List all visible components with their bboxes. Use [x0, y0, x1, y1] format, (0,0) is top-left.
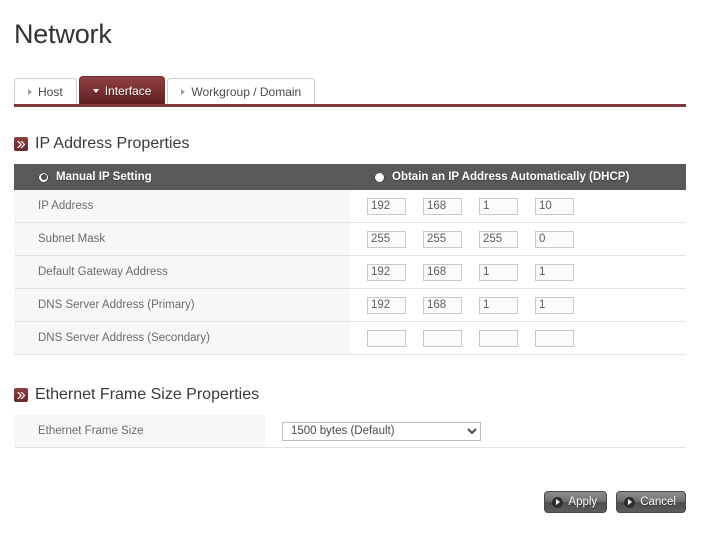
row-label: Subnet Mask	[14, 222, 350, 256]
row-value	[350, 255, 686, 289]
row-label: DNS Server Address (Secondary)	[14, 321, 350, 355]
tab-workgroup-domain[interactable]: Workgroup / Domain	[167, 78, 316, 104]
row-value	[350, 288, 686, 322]
table-row: DNS Server Address (Secondary)	[14, 321, 686, 355]
row-value	[350, 190, 686, 223]
octet-group	[367, 230, 685, 248]
chevron-double-right-icon	[14, 137, 28, 151]
cancel-button[interactable]: Cancel	[616, 491, 686, 513]
chevron-double-right-icon	[14, 388, 28, 402]
tab-host[interactable]: Host	[14, 78, 77, 104]
network-settings-page: Network Host Interface Workgroup / Domai…	[0, 0, 723, 546]
dns-secondary-octet-3[interactable]	[479, 329, 518, 347]
default-gateway-octet-3[interactable]	[479, 263, 518, 281]
dhcp-mode-cell[interactable]: Obtain an IP Address Automatically (DHCP…	[350, 164, 686, 190]
tab-label: Workgroup / Domain	[191, 84, 302, 99]
ip-address-octet-4[interactable]	[535, 197, 574, 215]
play-circle-icon	[552, 496, 564, 508]
row-label: Ethernet Frame Size	[14, 415, 265, 448]
ethernet-frame-size-select[interactable]: 1500 bytes (Default)	[282, 421, 481, 441]
subnet-mask-octet-2[interactable]	[423, 230, 462, 248]
triangle-right-icon	[181, 88, 186, 95]
row-value	[350, 222, 686, 256]
dhcp-label: Obtain an IP Address Automatically (DHCP…	[392, 171, 630, 183]
table-row: IP Address	[14, 190, 686, 223]
subnet-mask-octet-1[interactable]	[367, 230, 406, 248]
tab-bar: Host Interface Workgroup / Domain	[14, 75, 686, 107]
dns-secondary-octet-4[interactable]	[535, 329, 574, 347]
dns-primary-octet-2[interactable]	[423, 296, 462, 314]
manual-ip-mode-cell[interactable]: Manual IP Setting	[14, 164, 350, 190]
ip-address-octet-3[interactable]	[479, 197, 518, 215]
ip-address-octet-2[interactable]	[423, 197, 462, 215]
dns-secondary-octet-2[interactable]	[423, 329, 462, 347]
dns-primary-octet-1[interactable]	[367, 296, 406, 314]
subnet-mask-octet-4[interactable]	[535, 230, 574, 248]
apply-button-label: Apply	[568, 496, 598, 508]
dhcp-radio[interactable]	[374, 171, 385, 183]
ethernet-frame-size-table: Ethernet Frame Size 1500 bytes (Default)	[14, 415, 686, 448]
manual-ip-label: Manual IP Setting	[56, 171, 152, 183]
ip-address-octet-1[interactable]	[367, 197, 406, 215]
section-title: Ethernet Frame Size Properties	[35, 386, 260, 403]
table-row: DNS Server Address (Primary)	[14, 288, 686, 322]
triangle-right-icon	[28, 88, 32, 95]
row-value: 1500 bytes (Default)	[265, 415, 686, 448]
row-label: IP Address	[14, 190, 350, 223]
default-gateway-octet-2[interactable]	[423, 263, 462, 281]
table-row: Default Gateway Address	[14, 255, 686, 289]
ip-address-table: Manual IP Setting Obtain an IP Address A…	[14, 164, 686, 355]
triangle-down-icon	[92, 88, 99, 93]
table-row: Subnet Mask	[14, 222, 686, 256]
dns-secondary-octet-1[interactable]	[367, 329, 406, 347]
default-gateway-octet-1[interactable]	[367, 263, 406, 281]
tab-interface[interactable]: Interface	[78, 76, 166, 104]
tab-label: Interface	[104, 83, 152, 98]
apply-button[interactable]: Apply	[544, 491, 608, 513]
ip-mode-header-row: Manual IP Setting Obtain an IP Address A…	[14, 164, 686, 190]
octet-group	[367, 296, 685, 314]
tab-label: Host	[38, 84, 63, 99]
page-title: Network	[14, 19, 112, 49]
default-gateway-octet-4[interactable]	[535, 263, 574, 281]
row-value	[350, 321, 686, 355]
ip-address-properties-heading: IP Address Properties	[14, 135, 709, 153]
cancel-button-label: Cancel	[640, 496, 676, 508]
dns-primary-octet-3[interactable]	[479, 296, 518, 314]
octet-group	[367, 329, 685, 347]
section-title: IP Address Properties	[35, 135, 190, 152]
subnet-mask-octet-3[interactable]	[479, 230, 518, 248]
dns-primary-octet-4[interactable]	[535, 296, 574, 314]
manual-ip-radio[interactable]	[38, 171, 49, 183]
table-row: Ethernet Frame Size 1500 bytes (Default)	[14, 415, 686, 448]
octet-group	[367, 197, 685, 215]
row-label: DNS Server Address (Primary)	[14, 288, 350, 322]
play-circle-icon	[624, 496, 636, 508]
form-action-bar: Apply Cancel	[14, 491, 686, 513]
octet-group	[367, 263, 685, 281]
ethernet-frame-size-properties-heading: Ethernet Frame Size Properties	[14, 386, 709, 404]
row-label: Default Gateway Address	[14, 255, 350, 289]
